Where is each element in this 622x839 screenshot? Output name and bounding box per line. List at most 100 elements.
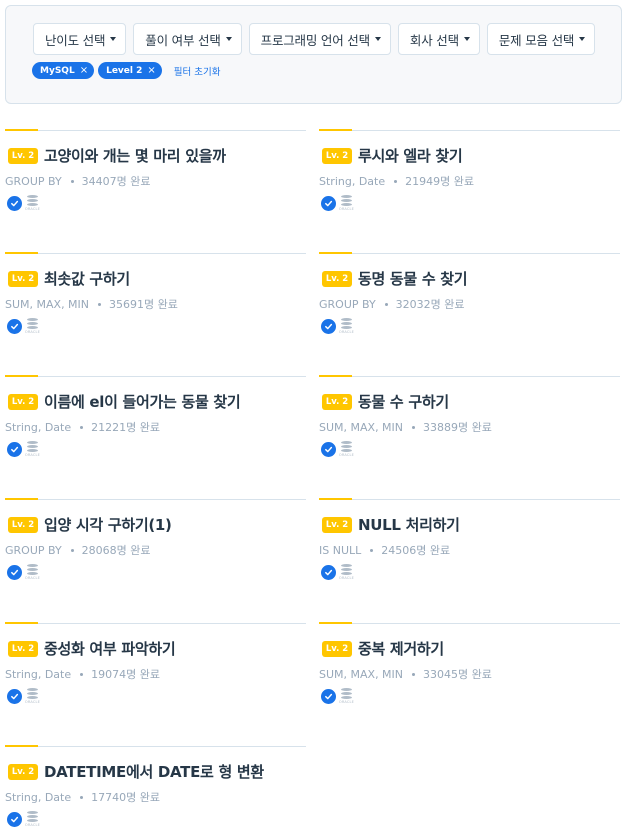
close-icon[interactable]: × <box>80 65 88 76</box>
problem-status-icons: ORACLE <box>7 688 40 705</box>
problem-title[interactable]: 고양이와 개는 몇 마리 있을까 <box>44 145 226 166</box>
caret-down-icon <box>110 37 117 41</box>
problem-title[interactable]: 동물 수 구하기 <box>358 391 449 412</box>
problem-header: Lv. 2 동명 동물 수 찾기 <box>322 268 468 289</box>
problem-header: Lv. 2 최솟값 구하기 <box>8 268 130 289</box>
problem-title[interactable]: NULL 처리하기 <box>358 514 460 535</box>
database-label: ORACLE <box>338 453 355 457</box>
problem-card[interactable]: Lv. 2 중성화 여부 파악하기 String, Date 19074명 완료 ORA… <box>5 622 306 733</box>
separator-dot <box>384 302 388 306</box>
collection-select[interactable]: 문제 모음 선택 <box>486 23 596 55</box>
problem-title[interactable]: 이름에 el이 들어가는 동물 찾기 <box>44 391 241 412</box>
problem-status-icons: ORACLE <box>7 811 40 828</box>
caret-down-icon <box>225 37 232 41</box>
database-label: ORACLE <box>338 576 355 580</box>
problem-tags: String, Date <box>5 667 72 681</box>
problem-card[interactable]: Lv. 2 루시와 엘라 찾기 String, Date 21949명 완료 ORACL… <box>319 129 620 240</box>
oracle-database-icon: ORACLE <box>25 811 40 828</box>
problem-title[interactable]: 중복 제거하기 <box>358 638 444 659</box>
database-label: ORACLE <box>338 207 355 211</box>
separator-dot <box>98 302 102 306</box>
problem-meta: SUM, MAX, MIN 33889명 완료 <box>319 419 492 435</box>
problem-card[interactable]: Lv. 2 NULL 처리하기 IS NULL 24506명 완료 ORACLE <box>319 498 620 609</box>
database-label: ORACLE <box>24 330 41 334</box>
solved-count: 24506명 완료 <box>381 544 451 557</box>
reset-filters-link[interactable]: 필터 초기화 <box>174 64 221 78</box>
problem-status-icons: ORACLE <box>321 195 354 212</box>
oracle-database-icon: ORACLE <box>339 318 354 335</box>
language-select[interactable]: 프로그래밍 언어 선택 <box>248 23 391 55</box>
problem-tags: IS NULL <box>319 543 362 557</box>
solved-count: 21221명 완료 <box>91 421 160 434</box>
close-icon[interactable]: × <box>147 65 155 76</box>
solved-status-select-label: 풀이 여부 선택 <box>145 32 221 48</box>
solved-count: 28068명 완료 <box>81 544 151 557</box>
problem-title[interactable]: DATETIME에서 DATE로 형 변환 <box>44 761 264 782</box>
solved-count: 32032명 완료 <box>395 298 465 311</box>
level-badge: Lv. 2 <box>8 270 38 287</box>
problem-card[interactable]: Lv. 2 고양이와 개는 몇 마리 있을까 GROUP BY 34407명 완료 OR… <box>5 129 306 240</box>
problem-status-icons: ORACLE <box>321 318 354 335</box>
filter-chip-level-2[interactable]: Level 2 × <box>98 62 162 79</box>
solved-status-select[interactable]: 풀이 여부 선택 <box>133 23 242 55</box>
problem-tags: GROUP BY <box>319 297 376 311</box>
level-badge: Lv. 2 <box>8 393 38 410</box>
database-label: ORACLE <box>24 453 41 457</box>
problem-meta: GROUP BY 34407명 완료 <box>5 173 151 189</box>
database-label: ORACLE <box>24 700 41 704</box>
difficulty-select[interactable]: 난이도 선택 <box>33 23 127 55</box>
problem-card[interactable]: Lv. 2 이름에 el이 들어가는 동물 찾기 String, Date 21221… <box>5 375 306 486</box>
level-badge: Lv. 2 <box>8 147 38 164</box>
problem-status-icons: ORACLE <box>321 441 354 458</box>
problem-status-icons: ORACLE <box>7 195 40 212</box>
active-filters: MySQL × Level 2 × 필터 초기화 <box>32 62 221 79</box>
problem-header: Lv. 2 루시와 엘라 찾기 <box>322 145 463 166</box>
language-select-label: 프로그래밍 언어 선택 <box>260 32 370 48</box>
problem-tags: SUM, MAX, MIN <box>5 297 90 311</box>
oracle-database-icon: ORACLE <box>339 195 354 212</box>
problem-header: Lv. 2 중복 제거하기 <box>322 638 444 659</box>
separator-dot <box>70 179 74 183</box>
problem-tags: SUM, MAX, MIN <box>319 667 404 681</box>
problem-card[interactable]: Lv. 2 DATETIME에서 DATE로 형 변환 String, Date 17… <box>5 745 306 839</box>
problem-status-icons: ORACLE <box>7 441 40 458</box>
problem-title[interactable]: 중성화 여부 파악하기 <box>44 638 176 659</box>
problem-card[interactable]: Lv. 2 동물 수 구하기 SUM, MAX, MIN 33889명 완료 ORACL… <box>319 375 620 486</box>
problem-tags: GROUP BY <box>5 543 62 557</box>
problem-header: Lv. 2 DATETIME에서 DATE로 형 변환 <box>8 761 264 782</box>
problem-card[interactable]: Lv. 2 입양 시각 구하기(1) GROUP BY 28068명 완료 ORACLE <box>5 498 306 609</box>
problem-card[interactable]: Lv. 2 중복 제거하기 SUM, MAX, MIN 33045명 완료 ORACLE <box>319 622 620 733</box>
separator-dot <box>412 425 416 429</box>
problem-header: Lv. 2 입양 시각 구하기(1) <box>8 514 172 535</box>
problem-title[interactable]: 최솟값 구하기 <box>44 268 130 289</box>
database-label: ORACLE <box>24 823 41 827</box>
separator-dot <box>80 795 84 799</box>
level-badge: Lv. 2 <box>322 516 352 533</box>
check-circle-icon <box>321 565 336 580</box>
level-badge: Lv. 2 <box>8 516 38 533</box>
level-badge: Lv. 2 <box>8 763 38 780</box>
oracle-database-icon: ORACLE <box>339 688 354 705</box>
oracle-database-icon: ORACLE <box>25 688 40 705</box>
problem-status-icons: ORACLE <box>7 318 40 335</box>
problem-title[interactable]: 동명 동물 수 찾기 <box>358 268 468 289</box>
problem-tags: String, Date <box>5 420 72 434</box>
problem-meta: GROUP BY 28068명 완료 <box>5 542 151 558</box>
database-label: ORACLE <box>338 330 355 334</box>
problem-card[interactable]: Lv. 2 최솟값 구하기 SUM, MAX, MIN 35691명 완료 ORACLE <box>5 252 306 363</box>
problem-tags: String, Date <box>5 790 72 804</box>
check-circle-icon <box>7 812 22 827</box>
level-badge: Lv. 2 <box>322 270 352 287</box>
problem-title[interactable]: 루시와 엘라 찾기 <box>358 145 463 166</box>
problem-status-icons: ORACLE <box>321 564 354 581</box>
company-select[interactable]: 회사 선택 <box>397 23 480 55</box>
problem-title[interactable]: 입양 시각 구하기(1) <box>44 514 172 535</box>
problem-tags: String, Date <box>319 174 386 188</box>
separator-dot <box>412 672 416 676</box>
problem-meta: String, Date 21949명 완료 <box>319 173 474 189</box>
problem-card[interactable]: Lv. 2 동명 동물 수 찾기 GROUP BY 32032명 완료 ORACLE <box>319 252 620 363</box>
difficulty-select-label: 난이도 선택 <box>45 32 106 48</box>
check-circle-icon <box>7 565 22 580</box>
filter-chip-mysql[interactable]: MySQL × <box>32 62 95 79</box>
database-label: ORACLE <box>338 700 355 704</box>
